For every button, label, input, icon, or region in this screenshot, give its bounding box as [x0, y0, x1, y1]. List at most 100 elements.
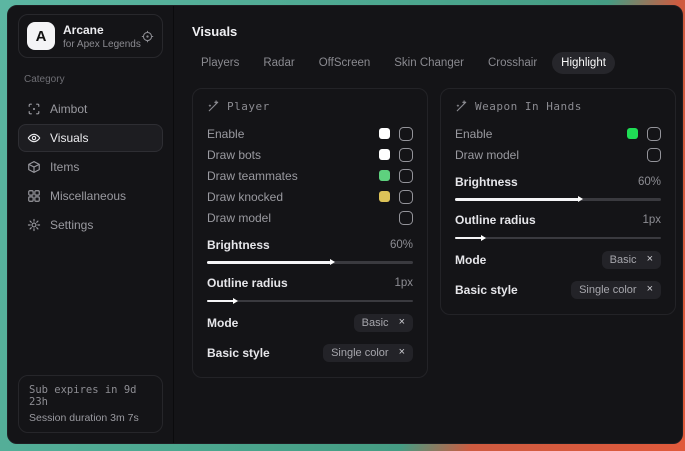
- panel-title: Weapon In Hands: [475, 100, 582, 113]
- sidebar-item-label: Aimbot: [50, 102, 87, 116]
- mode-tag-row: Mode Basic ×: [207, 312, 413, 333]
- close-icon[interactable]: ×: [399, 347, 405, 358]
- mode-tag[interactable]: Basic ×: [602, 251, 661, 269]
- slider-value: 60%: [390, 239, 413, 251]
- sidebar-nav: Aimbot Visuals Items: [18, 95, 163, 239]
- toggle-row-draw-teammates: Draw teammates: [207, 165, 413, 186]
- checkbox[interactable]: [399, 169, 413, 183]
- tag-row-label: Basic style: [455, 283, 518, 297]
- app-subtitle: for Apex Legends: [63, 39, 133, 50]
- outline-radius-slider-block: Outline radius 1px: [455, 211, 661, 240]
- slider-track[interactable]: [455, 198, 661, 201]
- sidebar-item-items[interactable]: Items: [18, 153, 163, 181]
- toggle-row-draw-model: Draw model: [207, 207, 413, 228]
- sidebar-item-aimbot[interactable]: Aimbot: [18, 95, 163, 123]
- close-icon[interactable]: ×: [399, 317, 405, 328]
- main-content: Visuals Players Radar OffScreen Skin Cha…: [174, 6, 682, 443]
- basic-style-tag[interactable]: Single color ×: [571, 281, 661, 299]
- slider-label: Brightness: [455, 175, 518, 189]
- tab-radar[interactable]: Radar: [254, 52, 303, 74]
- basic-style-tag[interactable]: Single color ×: [323, 344, 413, 362]
- tab-skin-changer[interactable]: Skin Changer: [385, 52, 473, 74]
- slider-handle[interactable]: [481, 235, 486, 241]
- checkbox[interactable]: [399, 190, 413, 204]
- slider-value: 1px: [394, 277, 413, 289]
- color-swatch[interactable]: [379, 128, 390, 139]
- sidebar-item-label: Items: [50, 160, 79, 174]
- session-duration-text: Session duration 3m 7s: [29, 412, 152, 424]
- eye-icon: [27, 131, 41, 145]
- panel-header: Player: [207, 100, 413, 113]
- panel-header: Weapon In Hands: [455, 100, 661, 113]
- sidebar-item-miscellaneous[interactable]: Miscellaneous: [18, 182, 163, 210]
- app-logo: A: [27, 22, 55, 50]
- cube-icon: [27, 160, 41, 174]
- sub-expiry-text: Sub expires in 9d 23h: [29, 384, 152, 408]
- tab-players[interactable]: Players: [192, 52, 248, 74]
- row-label: Draw bots: [207, 148, 261, 162]
- toggle-row-draw-bots: Draw bots: [207, 144, 413, 165]
- slider-label: Brightness: [207, 238, 270, 252]
- mode-tag[interactable]: Basic ×: [354, 314, 413, 332]
- slider-track[interactable]: [455, 237, 661, 240]
- panels-row: Player Enable Draw bots: [192, 88, 666, 378]
- slider-handle[interactable]: [578, 196, 583, 202]
- checkbox[interactable]: [399, 148, 413, 162]
- slider-label: Outline radius: [207, 276, 288, 290]
- sidebar-item-label: Settings: [50, 218, 93, 232]
- page-title: Visuals: [192, 24, 666, 39]
- slider-track[interactable]: [207, 261, 413, 264]
- color-swatch[interactable]: [379, 191, 390, 202]
- checkbox[interactable]: [399, 127, 413, 141]
- tag-text: Basic: [362, 317, 389, 329]
- basic-style-tag-row: Basic style Single color ×: [207, 342, 413, 363]
- color-swatch[interactable]: [627, 128, 638, 139]
- tab-crosshair[interactable]: Crosshair: [479, 52, 546, 74]
- row-label: Draw knocked: [207, 190, 283, 204]
- brightness-slider-block: Brightness 60%: [207, 235, 413, 264]
- row-label: Draw model: [455, 148, 519, 162]
- toggle-row-enable: Enable: [207, 123, 413, 144]
- tag-text: Single color: [579, 284, 636, 296]
- player-panel: Player Enable Draw bots: [192, 88, 428, 378]
- app-window: A Arcane for Apex Legends Category: [7, 5, 683, 444]
- close-icon[interactable]: ×: [647, 254, 653, 265]
- tag-row-label: Mode: [455, 253, 486, 267]
- sidebar-item-visuals[interactable]: Visuals: [18, 124, 163, 152]
- color-swatch[interactable]: [379, 170, 390, 181]
- tab-offscreen[interactable]: OffScreen: [310, 52, 380, 74]
- target-icon[interactable]: [141, 30, 154, 43]
- slider-value: 1px: [642, 214, 661, 226]
- wand-icon: [455, 100, 468, 113]
- checkbox[interactable]: [399, 211, 413, 225]
- color-swatch[interactable]: [379, 149, 390, 160]
- grid-icon: [27, 189, 41, 203]
- subscription-status-card: Sub expires in 9d 23h Session duration 3…: [18, 375, 163, 433]
- tag-text: Basic: [610, 254, 637, 266]
- basic-style-tag-row: Basic style Single color ×: [455, 279, 661, 300]
- tag-text: Single color: [331, 347, 388, 359]
- app-name: Arcane: [63, 23, 133, 37]
- slider-track[interactable]: [207, 300, 413, 303]
- sidebar-item-label: Miscellaneous: [50, 189, 126, 203]
- toggle-row-draw-knocked: Draw knocked: [207, 186, 413, 207]
- tag-row-label: Mode: [207, 316, 238, 330]
- tab-highlight[interactable]: Highlight: [552, 52, 615, 74]
- app-header-card: A Arcane for Apex Legends: [18, 14, 163, 58]
- checkbox[interactable]: [647, 127, 661, 141]
- crosshair-icon: [27, 102, 41, 116]
- tag-row-label: Basic style: [207, 346, 270, 360]
- sidebar-item-label: Visuals: [50, 131, 88, 145]
- toggle-row-enable: Enable: [455, 123, 661, 144]
- slider-handle[interactable]: [330, 259, 335, 265]
- sidebar-item-settings[interactable]: Settings: [18, 211, 163, 239]
- slider-value: 60%: [638, 176, 661, 188]
- close-icon[interactable]: ×: [647, 284, 653, 295]
- row-label: Enable: [207, 127, 244, 141]
- outline-radius-slider-block: Outline radius 1px: [207, 274, 413, 303]
- row-label: Enable: [455, 127, 492, 141]
- panel-title: Player: [227, 100, 270, 113]
- slider-handle[interactable]: [233, 298, 238, 304]
- checkbox[interactable]: [647, 148, 661, 162]
- brightness-slider-block: Brightness 60%: [455, 172, 661, 201]
